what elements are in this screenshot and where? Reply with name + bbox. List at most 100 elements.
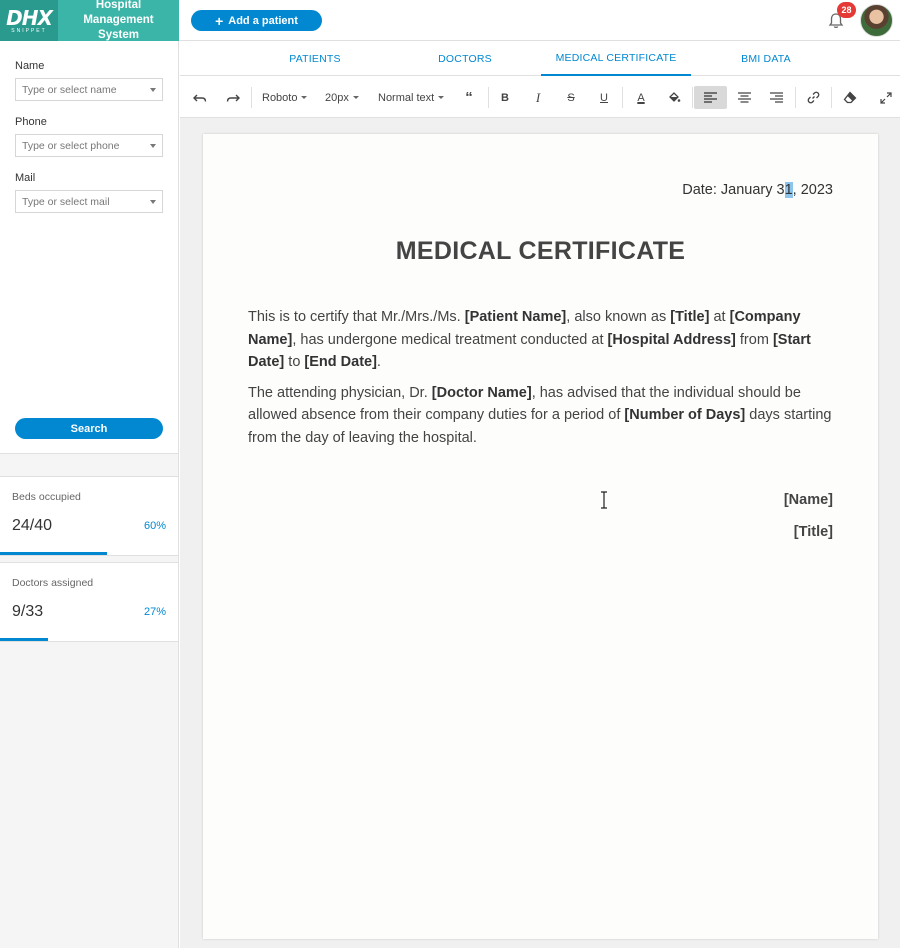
mail-label: Mail — [15, 172, 36, 184]
placeholder-end-date: [End Date] — [304, 354, 377, 370]
placeholder-doctor-name: [Doctor Name] — [431, 384, 532, 401]
stat-percent: 27% — [143, 606, 166, 618]
text-run: from — [735, 331, 773, 348]
tab-patients[interactable]: PATIENTS — [240, 41, 390, 76]
redo-icon[interactable] — [220, 86, 246, 109]
stat-value: 24/40 — [12, 517, 53, 534]
tab-bmi-data[interactable]: BMI DATA — [691, 41, 841, 76]
undo-icon[interactable] — [187, 86, 213, 109]
underline-icon[interactable]: U — [591, 86, 617, 109]
signature-title[interactable]: [Title] — [794, 524, 833, 540]
name-label: Name — [15, 60, 45, 72]
brand: DHX SNIPPET Hospital Management System — [0, 0, 179, 41]
phone-placeholder: Type or select phone — [22, 139, 120, 152]
eraser-icon[interactable] — [837, 86, 863, 109]
font-size-value: 20px — [325, 91, 349, 104]
date-suffix: , 2023 — [792, 182, 833, 198]
name-combo[interactable]: Type or select name — [15, 78, 163, 101]
chevron-down-icon — [150, 88, 156, 92]
stat-label: Doctors assigned — [12, 577, 94, 589]
chevron-down-icon — [301, 96, 308, 99]
sidebar: Name Type or select name Phone Type or s… — [0, 41, 179, 948]
doctors-assigned-card: Doctors assigned 9/33 27% — [0, 562, 178, 642]
app-header: DHX SNIPPET Hospital Management System +… — [0, 0, 900, 41]
toolbar-divider — [795, 87, 796, 108]
chevron-down-icon — [150, 200, 156, 204]
paragraph-certification: This is to certify that Mr./Mrs./Ms. [Pa… — [248, 306, 833, 374]
document-page[interactable]: Date: January 31, 2023 MEDICAL CERTIFICA… — [203, 134, 878, 939]
progress-track — [0, 638, 178, 641]
quote-icon[interactable]: “ — [456, 86, 482, 109]
text-run: to — [284, 354, 305, 370]
toolbar-divider — [692, 87, 693, 108]
text-run: , has undergone medical treatment conduc… — [292, 331, 608, 348]
editor-toolbar: Roboto 20px Normal text “ B I S U A — [180, 77, 900, 118]
text-color-icon[interactable]: A — [628, 86, 654, 109]
add-patient-button[interactable]: + Add a patient — [191, 10, 322, 31]
align-center-icon[interactable] — [731, 86, 757, 109]
toolbar-divider — [622, 87, 623, 108]
search-button[interactable]: Search — [15, 418, 163, 439]
toolbar-divider — [831, 87, 832, 108]
chevron-down-icon — [352, 96, 359, 99]
stat-percent: 60% — [143, 520, 166, 532]
font-family-select[interactable]: Roboto — [262, 86, 308, 109]
progress-track — [0, 552, 178, 555]
placeholder-title: [Title] — [670, 309, 710, 325]
signature-name[interactable]: [Name] — [784, 492, 833, 508]
background-color-icon[interactable] — [661, 86, 687, 109]
strikethrough-icon[interactable]: S — [558, 86, 584, 109]
italic-icon[interactable]: I — [525, 86, 551, 109]
tab-doctors[interactable]: DOCTORS — [390, 41, 540, 76]
notification-badge[interactable]: 28 — [837, 2, 856, 18]
user-avatar[interactable] — [860, 4, 893, 37]
logo-subtext: SNIPPET — [11, 27, 47, 34]
paragraph-advice: The attending physician, Dr. [Doctor Nam… — [248, 382, 833, 450]
font-size-select[interactable]: 20px — [325, 86, 359, 109]
mail-combo[interactable]: Type or select mail — [15, 190, 163, 213]
text-run: This is to certify that Mr./Mrs./Ms. — [248, 309, 465, 325]
font-family-value: Roboto — [262, 91, 298, 104]
phone-label: Phone — [15, 116, 47, 128]
stat-value: 9/33 — [12, 603, 44, 620]
document-date[interactable]: Date: January 31, 2023 — [682, 182, 833, 198]
tab-medical-certificate[interactable]: MEDICAL CERTIFICATE — [541, 41, 691, 76]
bold-icon[interactable]: B — [492, 86, 518, 109]
fullscreen-icon[interactable] — [873, 86, 899, 109]
placeholder-patient-name: [Patient Name] — [464, 309, 567, 325]
placeholder-hospital-address: [Hospital Address] — [607, 331, 736, 348]
text-run: at — [709, 309, 730, 325]
progress-fill — [0, 552, 107, 555]
link-icon[interactable] — [800, 86, 826, 109]
dhx-logo: DHX SNIPPET — [0, 0, 58, 41]
text-cursor-icon — [599, 491, 609, 509]
date-prefix: Date: January 3 — [682, 182, 785, 198]
block-type-select[interactable]: Normal text — [378, 86, 445, 109]
toolbar-divider — [488, 87, 489, 108]
chevron-down-icon — [438, 96, 445, 99]
plus-icon: + — [215, 12, 224, 29]
add-patient-label: Add a patient — [228, 14, 298, 27]
text-run: , also known as — [566, 309, 671, 325]
date-selection: 1 — [784, 182, 793, 198]
block-type-value: Normal text — [378, 91, 435, 104]
document-body[interactable]: This is to certify that Mr./Mrs./Ms. [Pa… — [248, 306, 833, 457]
text-run: The attending physician, Dr. — [248, 384, 432, 401]
toolbar-divider — [251, 87, 252, 108]
logo-mark: DHX — [6, 5, 53, 30]
stat-label: Beds occupied — [12, 491, 81, 503]
text-run: . — [376, 354, 381, 370]
chevron-down-icon — [150, 144, 156, 148]
mail-placeholder: Type or select mail — [22, 195, 110, 208]
placeholder-number-of-days: [Number of Days] — [624, 407, 746, 423]
document-title[interactable]: MEDICAL CERTIFICATE — [203, 237, 878, 266]
tab-bar: PATIENTS DOCTORS MEDICAL CERTIFICATE BMI… — [180, 41, 900, 76]
filter-panel: Name Type or select name Phone Type or s… — [0, 41, 178, 454]
app-title: Hospital Management System — [83, 0, 154, 41]
phone-combo[interactable]: Type or select phone — [15, 134, 163, 157]
align-left-icon[interactable] — [694, 86, 727, 109]
progress-fill — [0, 638, 49, 641]
align-right-icon[interactable] — [763, 86, 789, 109]
name-placeholder: Type or select name — [22, 83, 117, 96]
beds-occupied-card: Beds occupied 24/40 60% — [0, 476, 178, 556]
